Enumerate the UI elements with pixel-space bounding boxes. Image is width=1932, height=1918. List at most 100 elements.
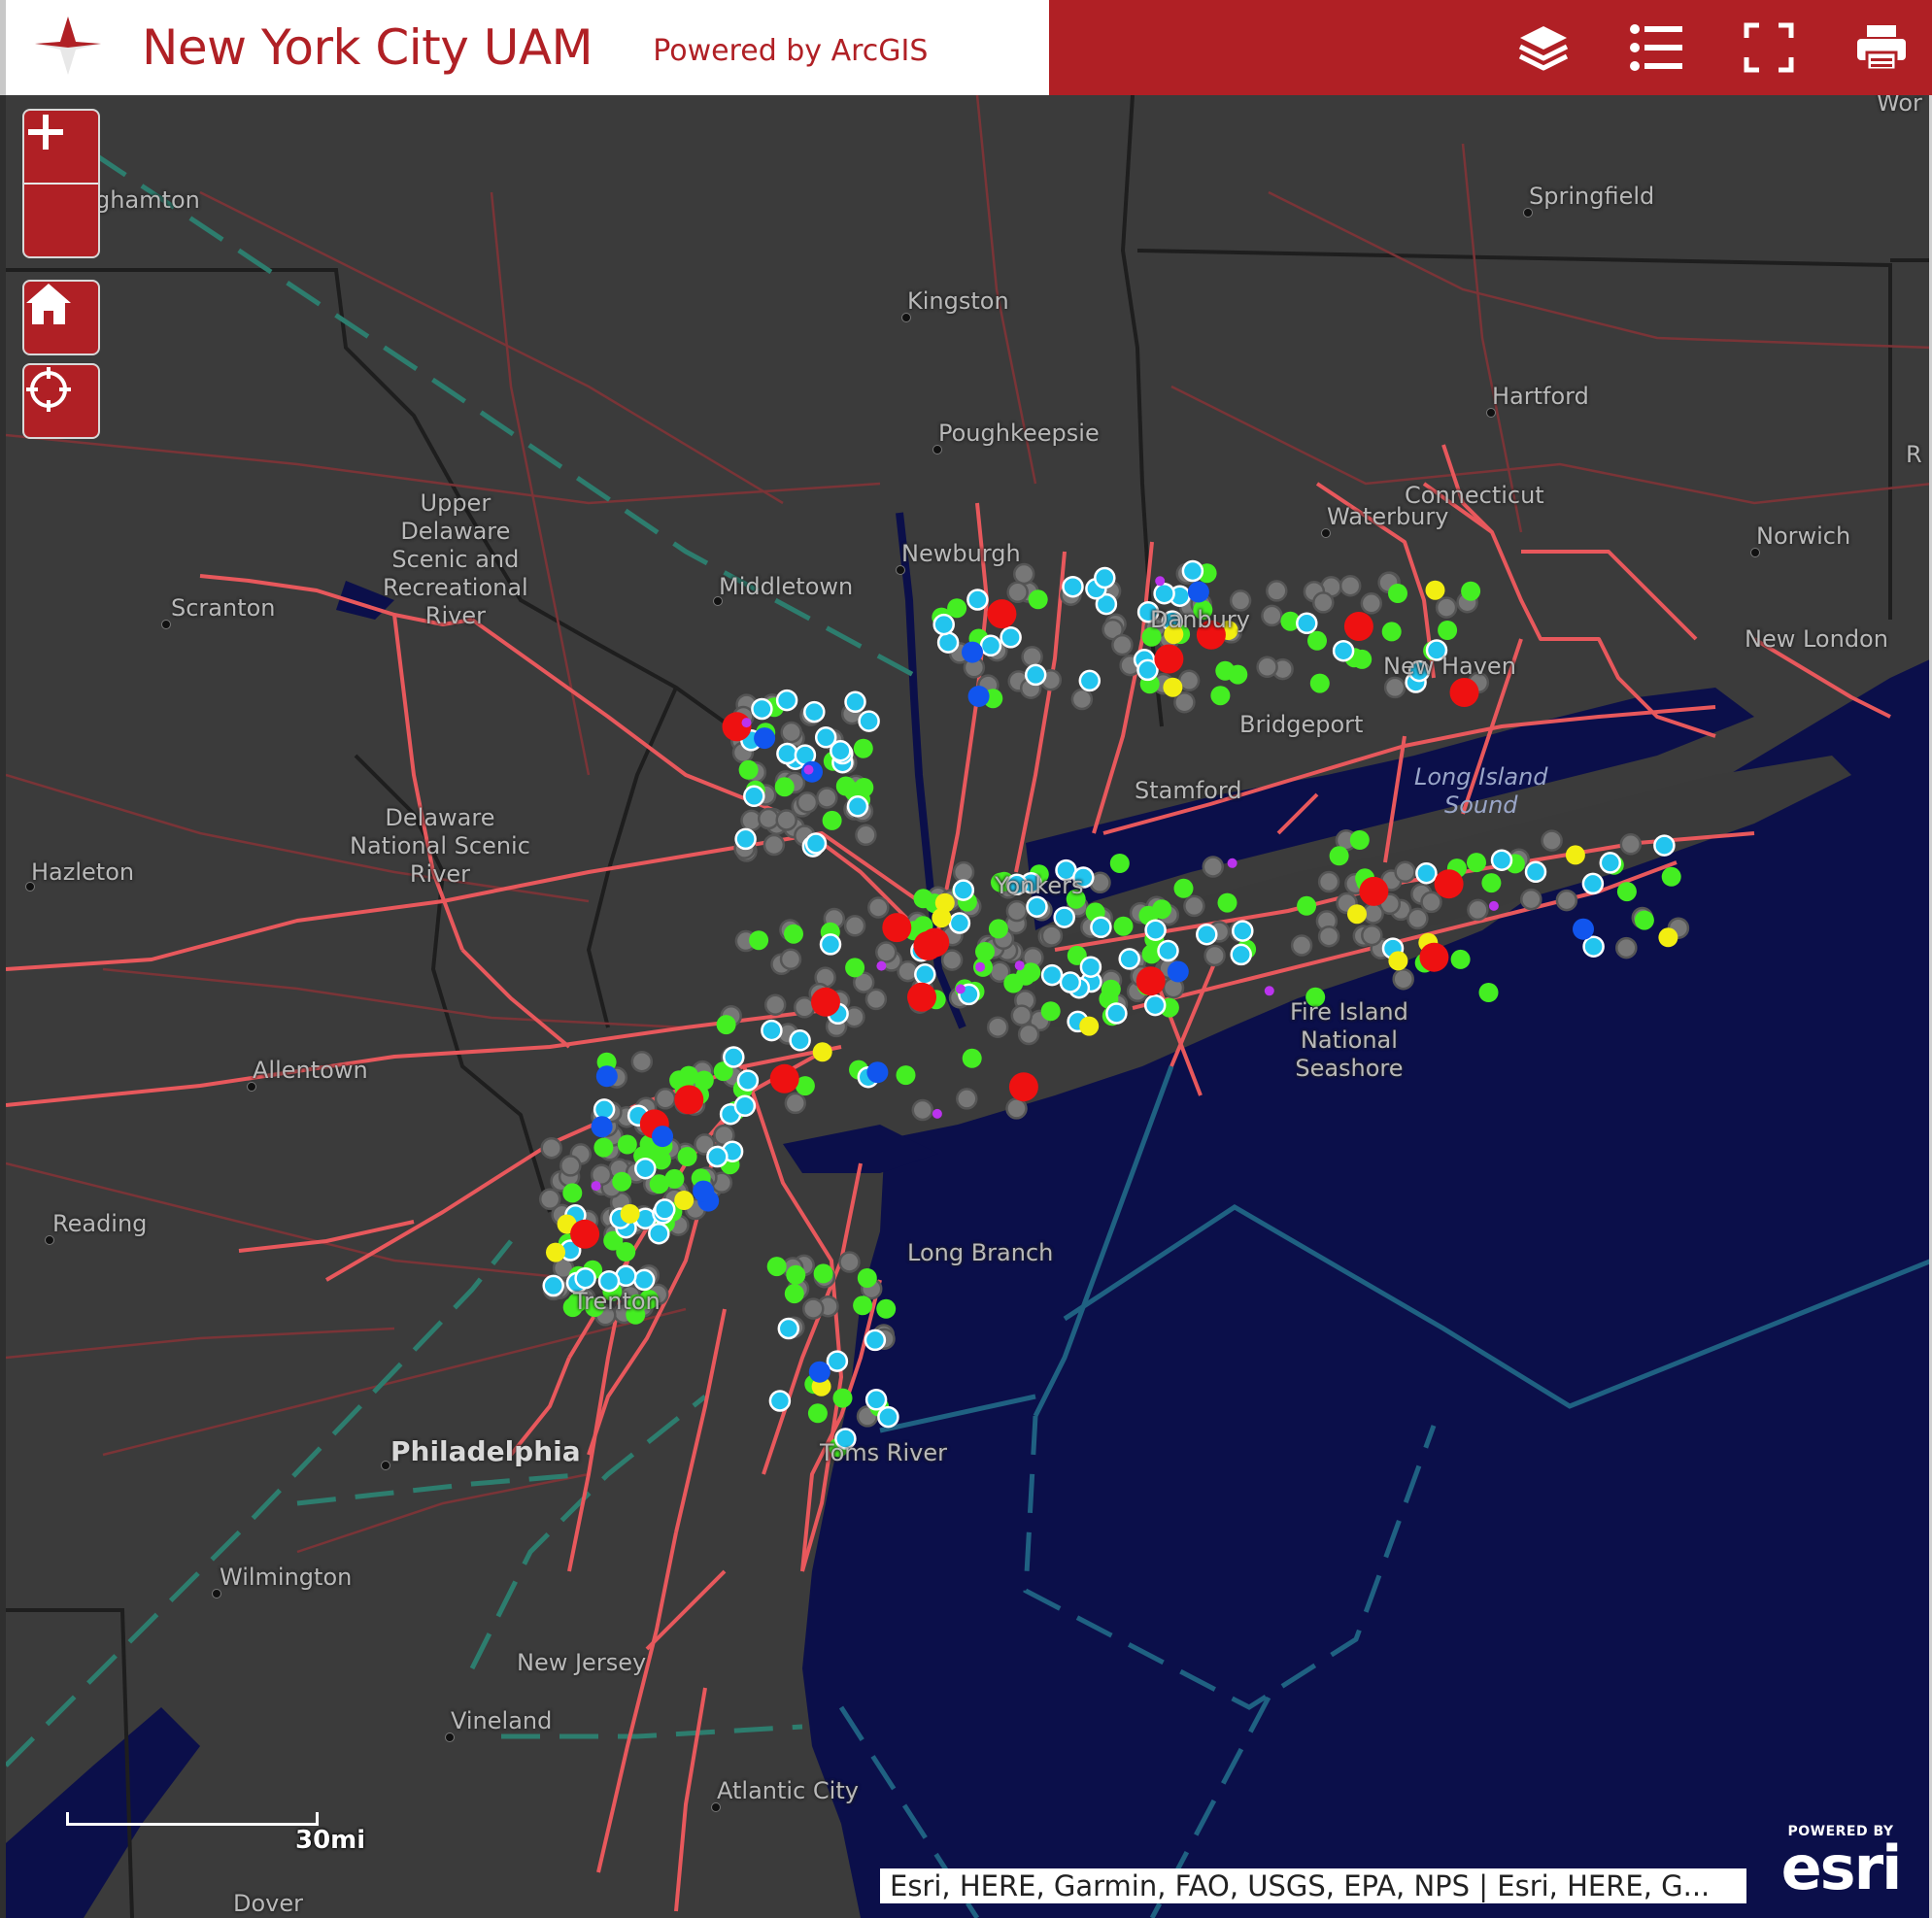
site-marker-other[interactable] [1392,967,1414,991]
print-button[interactable] [1850,17,1913,79]
site-marker-other[interactable] [855,824,877,847]
site-marker-purple[interactable] [955,984,966,994]
site-marker-other[interactable] [630,1050,654,1073]
site-marker-red[interactable] [1154,644,1184,674]
site-marker-other[interactable] [1339,574,1362,597]
site-marker-cyan[interactable] [776,742,798,765]
site-marker-other[interactable] [1010,1004,1034,1026]
site-marker-cyan[interactable] [1000,626,1022,649]
site-marker-cyan[interactable] [1232,920,1254,942]
site-marker-other[interactable] [757,807,780,830]
site-marker-green[interactable] [807,1403,828,1424]
site-marker-red[interactable] [1434,869,1464,899]
site-marker-green[interactable] [774,777,795,797]
site-marker-cyan[interactable] [1059,971,1082,993]
site-marker-other[interactable] [1040,925,1064,947]
site-marker-green[interactable] [679,1065,698,1086]
legend-button[interactable] [1625,17,1687,79]
site-marker-other[interactable] [1017,1023,1040,1046]
site-marker-other[interactable] [1619,833,1643,856]
site-marker-cyan[interactable] [723,1046,745,1068]
site-marker-yellow[interactable] [932,908,952,928]
site-marker-green[interactable] [617,1134,637,1155]
site-marker-cyan[interactable] [593,1098,616,1121]
site-marker-green[interactable] [1381,622,1402,642]
site-marker-other[interactable] [1183,894,1205,918]
site-marker-cyan[interactable] [1026,895,1048,918]
site-marker-yellow[interactable] [674,1191,695,1210]
site-marker-yellow[interactable] [1347,904,1367,925]
site-marker-green[interactable] [854,778,874,797]
site-marker-other[interactable] [1203,944,1226,967]
site-marker-other[interactable] [538,1188,561,1211]
site-marker-green[interactable] [1349,830,1370,850]
site-marker-cyan[interactable] [948,912,971,934]
site-marker-green[interactable] [947,598,967,619]
site-marker-purple[interactable] [975,961,986,972]
site-marker-blue[interactable] [754,727,776,750]
site-marker-other[interactable] [867,896,890,919]
site-marker-red[interactable] [1135,966,1166,996]
site-marker-other[interactable] [654,1088,677,1110]
site-marker-green[interactable] [749,930,769,951]
site-marker-red[interactable] [882,913,912,943]
site-marker-blue[interactable] [967,686,990,707]
site-marker-other[interactable] [816,787,838,809]
site-marker-red[interactable] [1343,612,1373,641]
site-marker-cyan[interactable] [1053,906,1075,928]
site-marker-green[interactable] [853,738,873,758]
site-marker-cyan[interactable] [574,1266,596,1290]
site-marker-purple[interactable] [741,718,752,728]
site-marker-other[interactable] [1261,604,1283,627]
site-marker-cyan[interactable] [914,963,936,986]
site-marker-other[interactable] [1266,580,1288,602]
site-marker-green[interactable] [612,1171,632,1192]
site-marker-cyan[interactable] [1079,956,1102,978]
site-marker-red[interactable] [907,982,936,1012]
site-marker-green[interactable] [1352,649,1373,669]
site-marker-other[interactable] [780,721,802,744]
site-marker-green[interactable] [716,1015,736,1035]
site-marker-blue[interactable] [595,1065,618,1088]
site-marker-yellow[interactable] [1565,845,1585,865]
site-marker-blue[interactable] [693,1180,715,1202]
site-marker-green[interactable] [1109,854,1130,873]
site-marker-purple[interactable] [876,960,887,971]
site-marker-cyan[interactable] [952,879,975,901]
site-marker-blue[interactable] [1573,918,1594,940]
site-marker-other[interactable] [796,791,819,814]
site-marker-cyan[interactable] [761,1019,783,1042]
site-marker-other[interactable] [775,809,797,831]
site-marker-green[interactable] [766,1257,787,1277]
site-marker-cyan[interactable] [864,1389,888,1411]
site-marker-cyan[interactable] [979,634,1002,657]
site-marker-cyan[interactable] [1062,575,1084,598]
site-marker-green[interactable] [1467,853,1486,873]
site-marker-other[interactable] [1317,925,1340,948]
site-marker-cyan[interactable] [1143,993,1167,1017]
site-marker-green[interactable] [832,1388,853,1408]
site-marker-cyan[interactable] [1118,948,1140,970]
site-marker-red[interactable] [769,1063,799,1094]
site-marker-other[interactable] [843,915,866,937]
site-marker-green[interactable] [822,810,842,830]
site-marker-purple[interactable] [803,764,814,775]
site-marker-cyan[interactable] [1157,939,1179,962]
site-marker-other[interactable] [1006,581,1029,604]
site-marker-green[interactable] [845,958,865,978]
site-marker-green[interactable] [562,1183,583,1203]
site-marker-cyan[interactable] [1582,935,1605,958]
site-marker-red[interactable] [1359,876,1389,906]
site-marker-other[interactable] [1541,829,1563,852]
site-marker-yellow[interactable] [1163,677,1183,697]
site-marker-green[interactable] [1616,882,1637,902]
site-marker-cyan[interactable] [789,1029,811,1052]
site-marker-green[interactable] [1634,910,1654,930]
site-marker-other[interactable] [559,1155,582,1177]
site-marker-cyan[interactable] [819,933,842,956]
site-marker-cyan[interactable] [858,710,880,732]
site-marker-purple[interactable] [1264,986,1274,996]
site-marker-green[interactable] [677,1147,697,1166]
site-marker-green[interactable] [1113,916,1134,936]
site-marker-cyan[interactable] [632,1268,656,1292]
